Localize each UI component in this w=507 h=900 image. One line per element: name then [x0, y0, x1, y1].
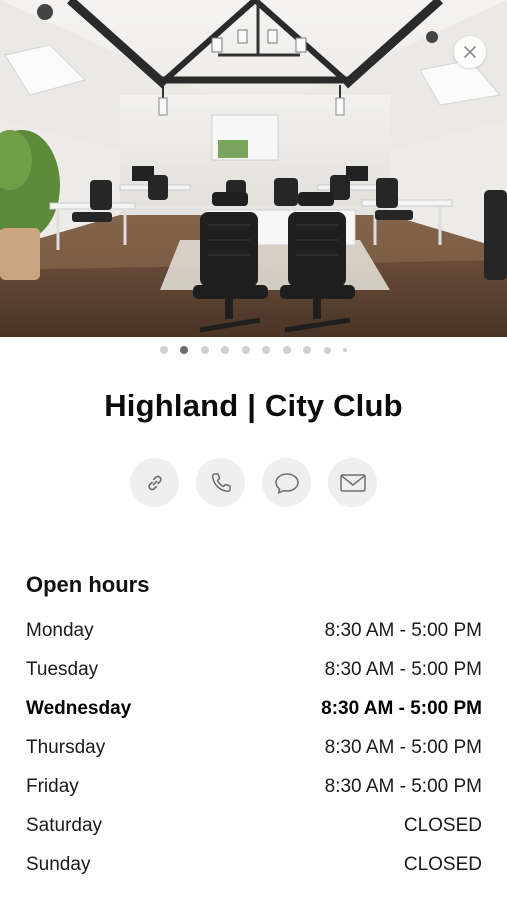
pager-dot[interactable]: [323, 346, 331, 354]
pager-dot[interactable]: [221, 346, 230, 354]
link-icon: [147, 475, 162, 490]
pager-dot[interactable]: [241, 346, 250, 354]
contact-actions: [130, 458, 377, 507]
hours-row-thursday: Thursday 8:30 AM - 5:00 PM: [26, 728, 482, 767]
time-value: 8:30 AM - 5:00 PM: [324, 775, 482, 797]
link-button[interactable]: [130, 458, 179, 507]
phone-button[interactable]: [196, 458, 245, 507]
pager-dot[interactable]: [282, 346, 291, 354]
pager-dot-active[interactable]: [180, 346, 189, 354]
envelope-icon: [339, 473, 366, 492]
email-button[interactable]: [328, 458, 377, 507]
time-value: 8:30 AM - 5:00 PM: [321, 697, 482, 719]
pager-dot[interactable]: [159, 346, 168, 354]
hours-row-friday: Friday 8:30 AM - 5:00 PM: [26, 767, 482, 806]
time-value: 8:30 AM - 5:00 PM: [324, 736, 482, 758]
chat-bubble-icon: [274, 472, 299, 494]
hours-row-tuesday: Tuesday 8:30 AM - 5:00 PM: [26, 650, 482, 689]
pager-dot[interactable]: [262, 346, 271, 354]
day-label: Sunday: [26, 853, 91, 875]
pager-dot[interactable]: [200, 346, 209, 354]
open-hours-heading: Open hours: [26, 572, 150, 597]
day-label: Friday: [26, 775, 79, 797]
venue-title: Highland | City Club: [104, 388, 403, 423]
hours-row-sunday: Sunday CLOSED: [26, 845, 482, 884]
day-label: Tuesday: [26, 658, 99, 680]
pager-dot[interactable]: [343, 348, 348, 352]
time-value: 8:30 AM - 5:00 PM: [324, 658, 482, 680]
message-button[interactable]: [262, 458, 311, 507]
day-label: Saturday: [26, 814, 103, 836]
open-hours-list: Monday 8:30 AM - 5:00 PM Tuesday 8:30 AM…: [26, 611, 482, 884]
time-value: CLOSED: [403, 814, 482, 836]
close-icon: [464, 46, 476, 58]
pager-dot[interactable]: [303, 346, 312, 354]
day-label: Monday: [26, 619, 94, 641]
time-value: CLOSED: [403, 853, 482, 875]
office-photo: [0, 0, 507, 337]
hours-row-monday: Monday 8:30 AM - 5:00 PM: [26, 611, 482, 650]
gallery-photo[interactable]: [0, 0, 507, 337]
day-label: Wednesday: [26, 697, 132, 719]
close-button[interactable]: [454, 36, 486, 68]
gallery-pager[interactable]: [0, 346, 507, 354]
hours-row-wednesday: Wednesday 8:30 AM - 5:00 PM: [26, 689, 482, 728]
time-value: 8:30 AM - 5:00 PM: [324, 619, 482, 641]
day-label: Thursday: [26, 736, 106, 758]
hours-row-saturday: Saturday CLOSED: [26, 806, 482, 845]
phone-icon: [211, 472, 231, 492]
